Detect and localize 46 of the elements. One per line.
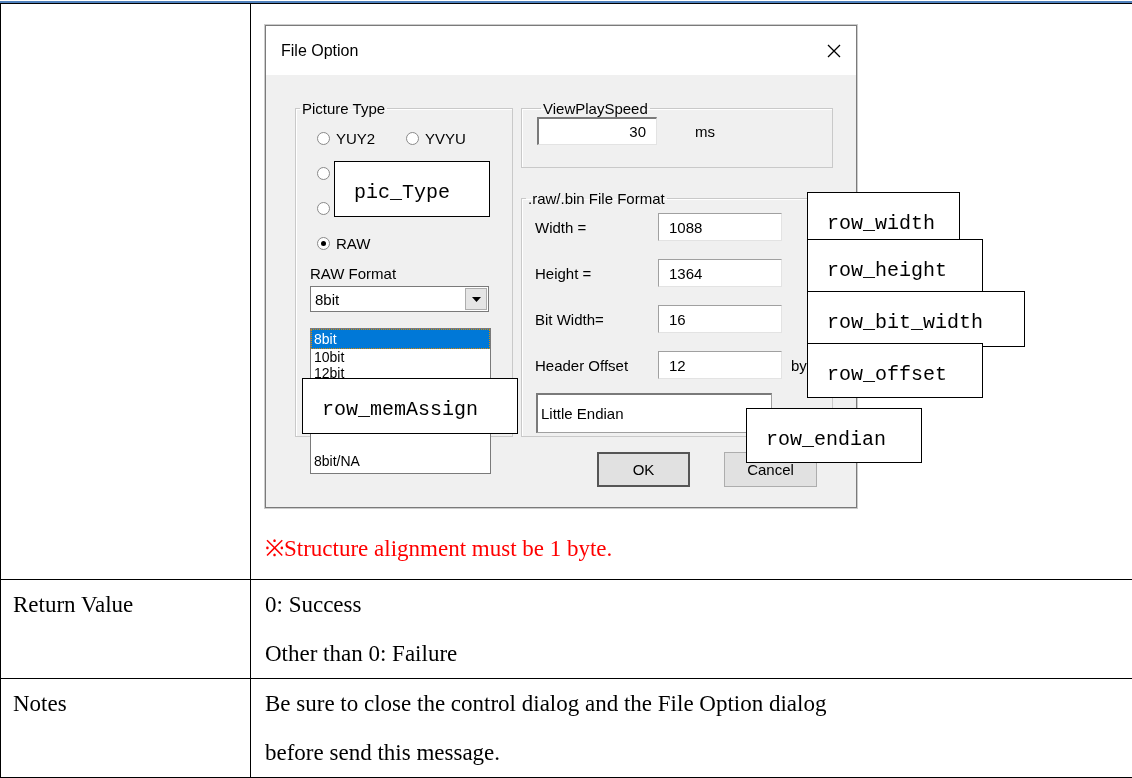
close-icon[interactable] xyxy=(826,42,842,59)
callout-label: row_memAssign xyxy=(321,397,480,421)
input-field[interactable]: 16 xyxy=(658,305,782,333)
field-label: RAW Format xyxy=(310,265,398,282)
unit-label: ms xyxy=(695,122,715,140)
field-label: Bit Width= xyxy=(535,310,605,328)
list-option[interactable]: 12bit xyxy=(311,365,490,381)
list-option[interactable]: 8bit/NA xyxy=(311,453,490,473)
unit-label: by xyxy=(791,356,807,374)
radio-button[interactable] xyxy=(317,236,330,250)
format-dropdown[interactable]: 8bit xyxy=(310,286,489,312)
input-field[interactable]: 12 xyxy=(658,351,782,379)
callout-label: row_width xyxy=(826,211,937,235)
field-label: Header Offset xyxy=(535,356,630,374)
radio-button[interactable] xyxy=(317,166,330,180)
field-label: Width = xyxy=(535,218,588,236)
cell-text: before send this message. xyxy=(264,739,502,767)
cell-text: Other than 0: Failure xyxy=(264,640,459,668)
group-title: .raw/.bin File Format xyxy=(527,190,666,207)
dialog-title: File Option xyxy=(281,41,359,60)
field-label: Height = xyxy=(535,264,593,282)
caret-icon xyxy=(471,296,481,302)
note-text: ※Structure alignment must be 1 byte. xyxy=(264,535,614,563)
radio-button[interactable] xyxy=(406,131,419,145)
radio-label[interactable]: RAW xyxy=(336,234,371,252)
row-label: Return Value xyxy=(0,579,251,679)
input-field[interactable]: 1088 xyxy=(658,213,782,241)
cell-text: 0: Success xyxy=(264,591,363,619)
group-title: Picture Type xyxy=(301,100,387,117)
endian-dropdown[interactable]: Little Endian xyxy=(536,393,772,433)
row-label: Notes xyxy=(0,678,251,778)
callout-label: row_bit_width xyxy=(826,310,985,334)
radio-label[interactable]: YVYU xyxy=(425,129,466,147)
group-title: ViewPlaySpeed xyxy=(542,100,649,117)
list-option[interactable]: 8bit xyxy=(311,329,490,349)
radio-label[interactable]: YUY2 xyxy=(336,129,376,147)
dialog-button[interactable]: OK xyxy=(597,452,690,487)
input-field[interactable]: 1364 xyxy=(658,259,782,287)
list-option[interactable]: 10bit xyxy=(311,349,490,365)
callout-label: row_height xyxy=(826,258,949,282)
cell-text: Be sure to close the control dialog and the File Option dialog xyxy=(264,690,828,718)
radio-button[interactable] xyxy=(317,201,330,215)
callout-label: row_offset xyxy=(826,362,949,386)
callout-label: pic_Type xyxy=(353,180,451,204)
speed-field[interactable]: 30 xyxy=(537,117,657,145)
radio-button[interactable] xyxy=(317,131,330,145)
